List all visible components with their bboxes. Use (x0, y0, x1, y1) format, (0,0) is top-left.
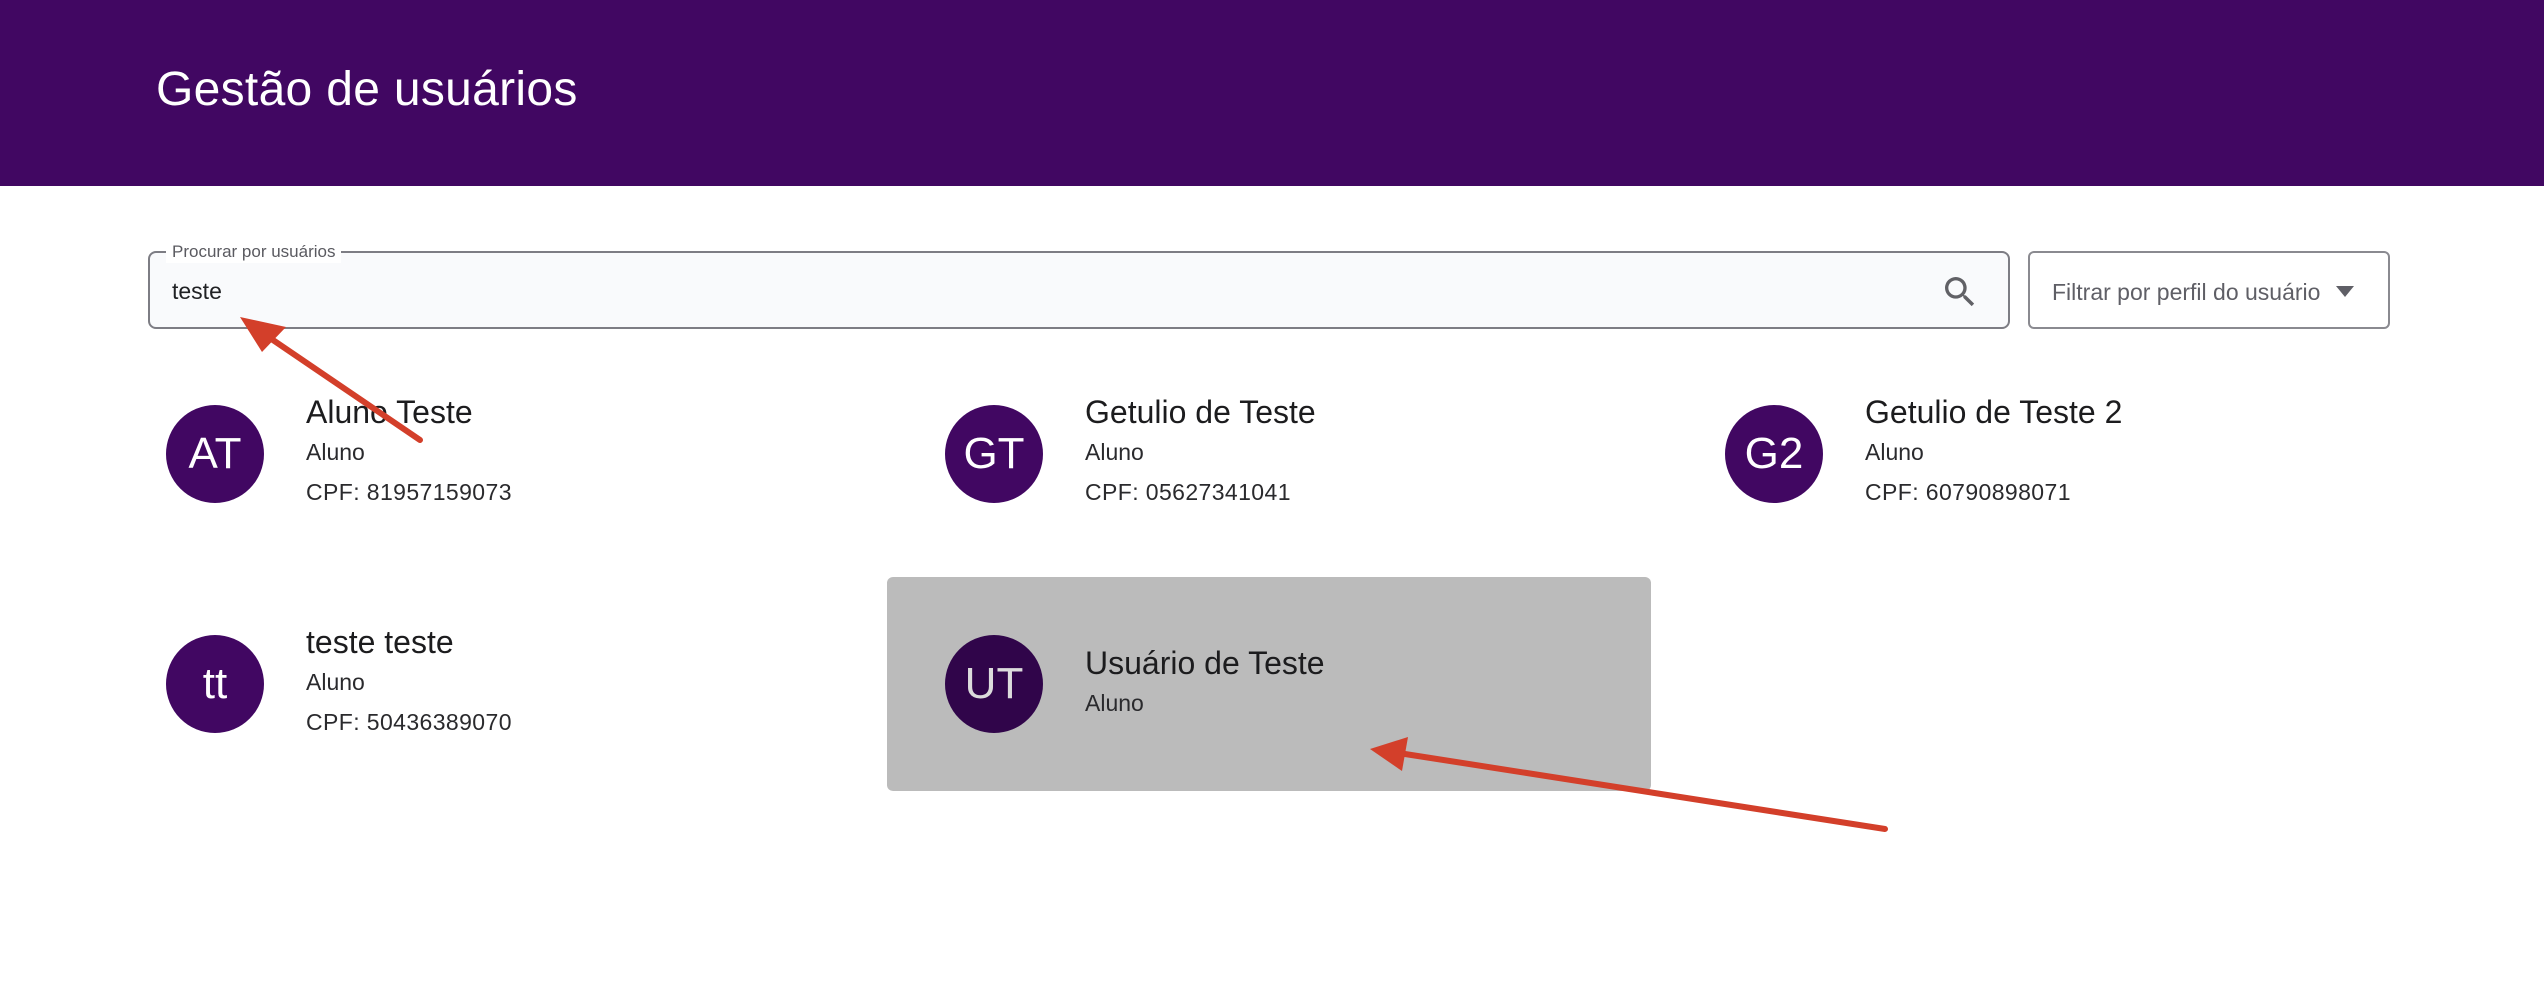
page: Gestão de usuários Procurar por usuários… (0, 0, 2544, 1008)
avatar: tt (166, 635, 264, 733)
user-card[interactable]: tt teste teste Aluno CPF: 50436389070 (148, 611, 912, 825)
user-role: Aluno (306, 439, 365, 465)
page-title: Gestão de usuários (156, 63, 578, 116)
profile-filter-select[interactable]: Filtrar por perfil do usuário (2028, 251, 2390, 329)
chevron-down-icon (2336, 286, 2354, 297)
user-card-selected[interactable]: UT Usuário de Teste Aluno (887, 577, 1651, 791)
user-cpf: CPF: 81957159073 (306, 479, 512, 505)
user-cpf: CPF: 05627341041 (1085, 479, 1291, 505)
user-name: Getulio de Teste 2 (1865, 394, 2123, 430)
user-card[interactable]: GT Getulio de Teste Aluno CPF: 056273410… (887, 381, 1651, 595)
user-role: Aluno (1085, 439, 1144, 465)
user-card[interactable]: AT Aluno Teste Aluno CPF: 81957159073 (148, 381, 912, 595)
avatar: GT (945, 405, 1043, 503)
user-name: Aluno Teste (306, 394, 473, 430)
user-name: Getulio de Teste (1085, 394, 1316, 430)
user-cpf: CPF: 60790898071 (1865, 479, 2071, 505)
search-field[interactable]: Procurar por usuários teste (148, 241, 2010, 329)
avatar: G2 (1725, 405, 1823, 503)
avatar: UT (945, 635, 1043, 733)
user-role: Aluno (1085, 690, 1144, 716)
user-name: Usuário de Teste (1085, 645, 1325, 681)
avatar: AT (166, 405, 264, 503)
user-role: Aluno (306, 669, 365, 695)
user-card[interactable]: G2 Getulio de Teste 2 Aluno CPF: 6079089… (1667, 381, 2431, 595)
search-input[interactable]: teste (172, 275, 222, 307)
profile-filter-label: Filtrar por perfil do usuário (2052, 279, 2321, 305)
search-icon[interactable] (1940, 272, 1980, 312)
user-role: Aluno (1865, 439, 1924, 465)
user-cpf: CPF: 50436389070 (306, 709, 512, 735)
app-header: Gestão de usuários (0, 0, 2544, 186)
user-name: teste teste (306, 624, 454, 660)
search-field-label: Procurar por usuários (166, 241, 342, 263)
